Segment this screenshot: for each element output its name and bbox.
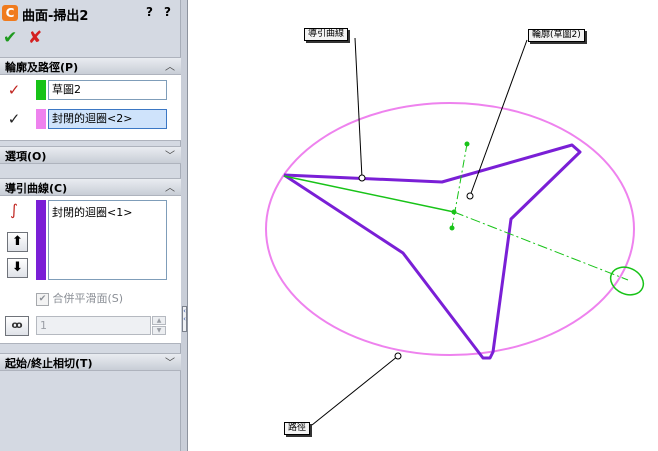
guide-color-swatch <box>36 200 46 280</box>
ok-cancel-row: ✔ ✘ <box>0 28 181 50</box>
section-header-tangency[interactable]: 起始/終止相切(T) ﹀ <box>0 353 181 371</box>
merge-smooth-faces-checkbox[interactable]: ✔ 合併平滑面(S) <box>36 290 123 306</box>
section-number-spinner[interactable]: 1 ▲ ▼ <box>36 316 166 335</box>
path-leader-dot <box>394 352 402 360</box>
sketch-geometry <box>265 37 648 426</box>
path-color-swatch <box>36 109 46 129</box>
profile-color-swatch <box>36 80 46 100</box>
spinner-up-icon[interactable]: ▲ <box>152 316 166 325</box>
collapse-chevron-icon[interactable]: ︿ <box>165 179 175 194</box>
section-title-profile-path: 輪廓及路徑(P) <box>5 61 79 74</box>
cancel-button[interactable]: ✘ <box>28 28 42 48</box>
guide-curve-star[interactable] <box>283 143 582 360</box>
profile-circle[interactable] <box>606 262 648 300</box>
spinner-value[interactable]: 1 <box>36 316 151 335</box>
profile-callout[interactable]: 輪廓(草圖2) <box>528 29 585 42</box>
profile-field[interactable]: 草圖2 <box>48 80 167 100</box>
splitter-grip-icon[interactable]: ‹ ‹ <box>182 306 187 332</box>
section-header-guide-curves[interactable]: 導引曲線(C) ︿ <box>0 178 181 196</box>
glasses-icon: ꝏ <box>11 320 23 331</box>
ok-button[interactable]: ✔ <box>3 28 17 48</box>
path-leader-line <box>311 355 399 426</box>
profile-icon: ✓ <box>7 81 21 99</box>
sketch-point <box>464 141 470 147</box>
collapse-chevron-icon[interactable]: ︿ <box>165 58 175 73</box>
sketch-point <box>451 209 457 215</box>
help-button[interactable]: ? <box>146 5 153 19</box>
guide-curve-callout[interactable]: 導引曲線 <box>304 28 349 41</box>
list-item[interactable]: 封閉的迴圈<1> <box>49 201 166 223</box>
profile-leader-line <box>469 39 528 197</box>
feature-title: 曲面-掃出2 <box>22 9 89 24</box>
show-sections-button[interactable]: ꝏ <box>5 316 29 336</box>
section-body-guide-curves: ∫ 封閉的迴圈<1> ⬆ ⬇ ✔ 合併平滑面(S) ꝏ 1 ▲ ▼ <box>0 196 181 344</box>
cross-centerline <box>451 143 468 229</box>
move-up-button[interactable]: ⬆ <box>7 232 28 252</box>
guide-leader-dot <box>358 174 366 182</box>
guide-curve-list[interactable]: 封閉的迴圈<1> <box>48 200 167 280</box>
panel-splitter[interactable]: ‹ ‹ <box>181 0 188 451</box>
centerline-dashed <box>453 211 629 281</box>
section-header-options[interactable]: 選項(O) ﹀ <box>0 146 181 164</box>
section-body-profile-path: ✓ 草圖2 ✓ 封閉的迴圈<2> <box>0 75 181 141</box>
spinner-down-icon[interactable]: ▼ <box>152 326 166 335</box>
sketch-point <box>449 225 455 231</box>
checkbox-box[interactable]: ✔ <box>36 292 49 306</box>
expand-chevron-icon[interactable]: ﹀ <box>165 354 175 369</box>
section-header-profile-path[interactable]: 輪廓及路徑(P) ︿ <box>0 57 181 75</box>
section-title-tangency: 起始/終止相切(T) <box>5 357 93 370</box>
panel-titlebar: C 曲面-掃出2 ? ? <box>0 2 181 24</box>
path-callout[interactable]: 路徑 <box>284 422 311 435</box>
expand-chevron-icon[interactable]: ﹀ <box>165 147 175 162</box>
guide-leader-line <box>354 37 363 179</box>
property-manager-panel: C 曲面-掃出2 ? ? ✔ ✘ 輪廓及路徑(P) ︿ ✓ 草圖2 ✓ 封閉的迴… <box>0 0 181 451</box>
guide-curve-icon: ∫ <box>10 201 18 219</box>
section-title-options: 選項(O) <box>5 150 47 163</box>
graphics-area[interactable]: 導引曲線 輪廓(草圖2) 路徑 <box>188 0 658 451</box>
sweep-surface-icon: C <box>2 5 18 21</box>
profile-leader-dot <box>466 192 474 200</box>
merge-smooth-faces-label: 合併平滑面(S) <box>52 292 124 305</box>
path-icon: ✓ <box>7 110 21 128</box>
section-title-guide-curves: 導引曲線(C) <box>5 182 68 195</box>
path-field[interactable]: 封閉的迴圈<2> <box>48 109 167 129</box>
context-help-button[interactable]: ? <box>164 5 171 19</box>
move-down-button[interactable]: ⬇ <box>7 258 28 278</box>
